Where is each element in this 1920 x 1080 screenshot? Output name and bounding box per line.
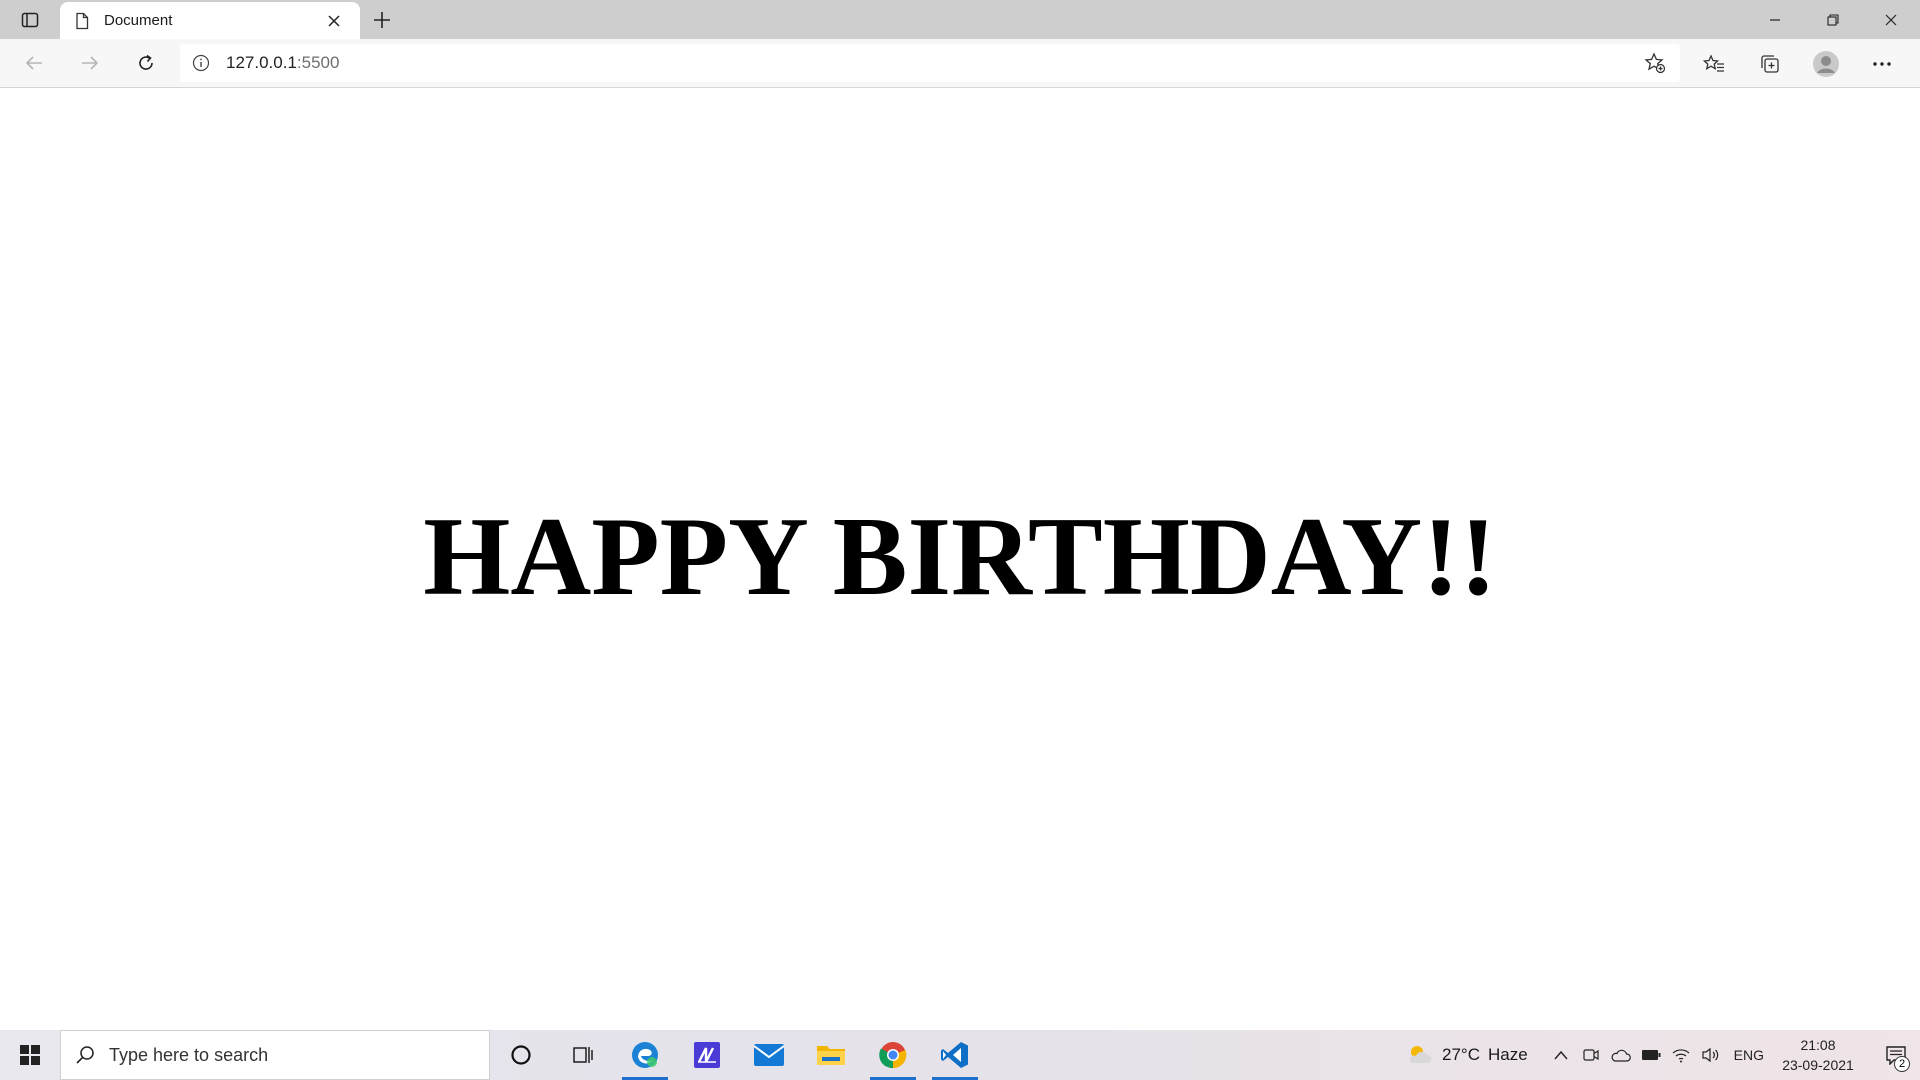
info-icon [192,54,210,72]
wifi-icon [1672,1049,1690,1063]
notification-count-badge: 2 [1894,1056,1910,1072]
tab-actions-icon [21,12,39,27]
editor-app-icon [694,1042,720,1068]
speaker-icon [1702,1047,1718,1063]
battery-icon [1641,1050,1661,1060]
start-button[interactable] [0,1030,60,1080]
browser-toolbar: 127.0.0.1:5500 [0,39,1920,88]
arrow-right-icon [82,56,99,70]
taskbar-app-file-explorer[interactable] [800,1030,862,1080]
arrow-left-icon [25,56,42,70]
task-view-icon [573,1047,593,1063]
tab-document[interactable]: Document [60,2,360,39]
cortana-button[interactable] [490,1030,552,1080]
input-language-indicator[interactable]: ENG [1734,1047,1764,1063]
meet-now-icon [1583,1049,1599,1061]
more-icon [1873,61,1891,66]
page-headline: HAPPY BIRTHDAY!! [423,495,1497,619]
window-controls [1746,0,1920,39]
edge-icon [632,1042,658,1068]
windows-taskbar: Type here to search 27°C Haze ENG 21:08 … [0,1030,1920,1080]
network-button[interactable] [1666,1030,1696,1080]
back-button[interactable] [6,43,62,83]
url-text: 127.0.0.1:5500 [226,53,339,73]
add-favorite-button[interactable] [1644,52,1666,79]
close-icon [1885,14,1897,25]
close-window-button[interactable] [1862,0,1920,39]
weather-widget[interactable]: 27°C Haze [1406,1043,1528,1067]
close-icon [328,14,340,27]
avatar-icon [1813,50,1839,77]
favorites-icon [1703,53,1724,72]
action-center-button[interactable]: 2 [1872,1030,1920,1080]
taskbar-app-editor[interactable] [676,1030,738,1080]
collections-button[interactable] [1742,44,1798,84]
taskbar-app-edge[interactable] [614,1030,676,1080]
refresh-icon [139,54,153,70]
meet-now-button[interactable] [1576,1030,1606,1080]
tab-actions-button[interactable] [0,0,60,39]
weather-temperature: 27°C [1441,1045,1480,1064]
taskbar-search-box[interactable]: Type here to search [60,1030,490,1080]
taskbar-app-vscode[interactable] [924,1030,986,1080]
page-icon [76,12,89,29]
clock-date: 23-09-2021 [1782,1057,1854,1073]
plus-icon [374,11,390,28]
taskbar-app-chrome[interactable] [862,1030,924,1080]
favorites-button[interactable] [1686,44,1742,84]
search-icon [76,1046,94,1064]
minimize-icon [1770,18,1780,21]
restore-button[interactable] [1804,0,1862,39]
tab-title: Document [104,12,173,29]
volume-button[interactable] [1696,1030,1726,1080]
star-plus-icon [1644,52,1666,74]
chevron-up-icon [1554,1050,1568,1060]
weather-condition: Haze [1487,1045,1528,1064]
forward-button[interactable] [62,43,118,83]
collections-icon [1761,54,1779,73]
weather-sun-cloud-icon [1409,1046,1432,1063]
address-bar[interactable]: 127.0.0.1:5500 [180,44,1680,82]
browser-tabstrip: Document [0,0,1920,39]
vscode-icon [941,1042,968,1068]
mail-icon [753,1044,785,1066]
toolbar-right-group [1686,39,1910,88]
restore-icon [1827,13,1839,26]
new-tab-button[interactable] [360,0,404,39]
cortana-icon [511,1045,531,1065]
page-content: HAPPY BIRTHDAY!! [0,89,1920,1030]
taskbar-app-mail[interactable] [738,1030,800,1080]
tab-close-button[interactable] [322,9,346,33]
profile-button[interactable] [1798,44,1854,84]
url-port: :5500 [296,53,340,72]
cloud-icon [1611,1049,1631,1062]
url-host: 127.0.0.1 [226,53,297,72]
folder-icon [817,1046,845,1065]
taskbar-clock[interactable]: 21:08 23-09-2021 [1776,1035,1860,1075]
chrome-icon [879,1042,907,1069]
search-placeholder: Type here to search [109,1044,269,1065]
onedrive-button[interactable] [1606,1030,1636,1080]
system-tray: 27°C Haze ENG 21:08 23-09-2021 2 [1406,1030,1920,1080]
task-view-button[interactable] [552,1030,614,1080]
battery-button[interactable] [1636,1030,1666,1080]
clock-time: 21:08 [1800,1037,1836,1053]
settings-more-button[interactable] [1854,44,1910,84]
refresh-button[interactable] [118,43,174,83]
show-hidden-icons-button[interactable] [1546,1030,1576,1080]
minimize-button[interactable] [1746,0,1804,39]
windows-logo-icon [20,1045,40,1065]
